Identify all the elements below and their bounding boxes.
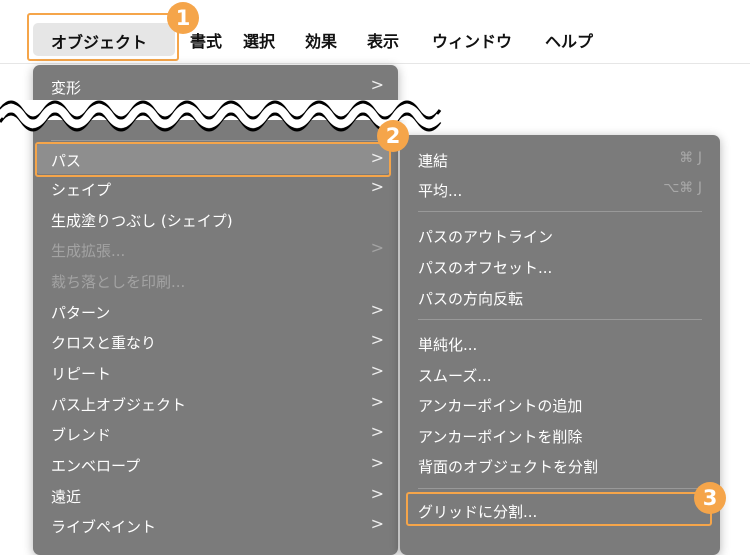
menu-view[interactable]: 表示 — [367, 28, 399, 52]
separator — [418, 488, 702, 489]
item-label: パス上オブジェクト — [51, 396, 187, 414]
submenu-item-outline-stroke[interactable]: パスのアウトライン — [400, 220, 720, 250]
menu-item-blend[interactable]: ブレンド > — [33, 418, 398, 448]
chevron-right-icon: > — [370, 177, 384, 196]
item-label: 連結 — [418, 152, 449, 170]
submenu-item-reverse-path[interactable]: パスの方向反転 — [400, 282, 720, 312]
separator — [418, 211, 702, 212]
highlight-box-1 — [27, 13, 179, 61]
chevron-right-icon: > — [370, 238, 384, 257]
item-label: アンカーポイントを削除 — [418, 428, 583, 446]
submenu-item-average[interactable]: 平均... ⌥⌘ J — [400, 174, 720, 204]
item-label: パスのアウトライン — [418, 228, 554, 246]
menu-item-generative-expand: 生成拡張... > — [33, 234, 398, 264]
menu-item-pattern[interactable]: パターン > — [33, 296, 398, 326]
step-badge-3: 3 — [694, 482, 726, 514]
menu-type[interactable]: 書式 — [190, 28, 222, 52]
chevron-right-icon: > — [370, 514, 384, 533]
separator — [418, 319, 702, 320]
item-label: パスのオフセット... — [418, 259, 553, 277]
menu-item-envelope[interactable]: エンベロープ > — [33, 449, 398, 479]
item-label: 遠近 — [51, 488, 82, 506]
item-label: 平均... — [418, 182, 463, 200]
submenu-item-add-anchor[interactable]: アンカーポイントの追加 — [400, 389, 720, 419]
item-label: 生成塗りつぶし (シェイプ) — [51, 212, 233, 230]
menu-item-live-paint[interactable]: ライブペイント > — [33, 510, 398, 540]
step-badge-2: 2 — [377, 120, 409, 152]
highlight-box-2 — [35, 142, 391, 177]
shortcut: ⌘ J — [679, 150, 702, 166]
submenu-item-join[interactable]: 連結 ⌘ J — [400, 144, 720, 174]
item-label: ブレンド — [51, 426, 112, 444]
menu-item-print-bleed: 裁ち落としを印刷... — [33, 265, 398, 295]
submenu-item-remove-anchor[interactable]: アンカーポイントを削除 — [400, 420, 720, 450]
item-label: スムーズ... — [418, 367, 492, 385]
submenu-item-smooth[interactable]: スムーズ... — [400, 359, 720, 389]
item-label: パターン — [51, 304, 111, 322]
menu-window[interactable]: ウィンドウ — [432, 28, 512, 52]
chevron-right-icon: > — [370, 453, 384, 472]
item-label: 背面のオブジェクトを分割 — [418, 458, 599, 476]
menu-help[interactable]: ヘルプ — [545, 28, 593, 52]
shortcut: ⌥⌘ J — [663, 180, 702, 196]
menu-item-shape[interactable]: シェイプ > — [33, 173, 398, 203]
item-label: リピート — [51, 365, 112, 383]
item-label: 単純化... — [418, 336, 478, 354]
item-label: アンカーポイントの追加 — [418, 397, 583, 415]
item-label: 生成拡張... — [51, 242, 126, 260]
chevron-right-icon: > — [370, 422, 384, 441]
menu-select[interactable]: 選択 — [243, 28, 275, 52]
menu-item-repeat[interactable]: リピート > — [33, 357, 398, 387]
step-badge-1: 1 — [167, 2, 199, 34]
highlight-box-3 — [406, 492, 712, 526]
chevron-right-icon: > — [370, 361, 384, 380]
menu-item-objects-on-path[interactable]: パス上オブジェクト > — [33, 388, 398, 418]
chevron-right-icon: > — [370, 484, 384, 503]
submenu-item-divide-objects-below[interactable]: 背面のオブジェクトを分割 — [400, 450, 720, 480]
menu-item-perspective[interactable]: 遠近 > — [33, 480, 398, 510]
separator — [51, 140, 380, 141]
menu-item-intertwine[interactable]: クロスと重なり > — [33, 326, 398, 356]
item-label: エンベロープ — [51, 457, 141, 475]
item-label: クロスと重なり — [51, 334, 157, 352]
item-label: シェイプ — [51, 181, 112, 199]
chevron-right-icon: > — [370, 392, 384, 411]
chevron-right-icon: > — [370, 330, 384, 349]
object-menu: 変形 > パス > シェイプ > 生成塗りつぶし (シェイプ) 生成拡張... > 裁ち… — [33, 65, 398, 555]
submenu-item-simplify[interactable]: 単純化... — [400, 328, 720, 358]
chevron-right-icon: > — [370, 300, 384, 319]
menu-effect[interactable]: 効果 — [305, 28, 337, 52]
submenu-item-offset-path[interactable]: パスのオフセット... — [400, 251, 720, 281]
item-label: パスの方向反転 — [418, 290, 524, 308]
menu-item-generative-fill[interactable]: 生成塗りつぶし (シェイプ) — [33, 204, 398, 234]
item-label: 裁ち落としを印刷... — [51, 273, 186, 291]
item-label: ライブペイント — [51, 518, 157, 536]
